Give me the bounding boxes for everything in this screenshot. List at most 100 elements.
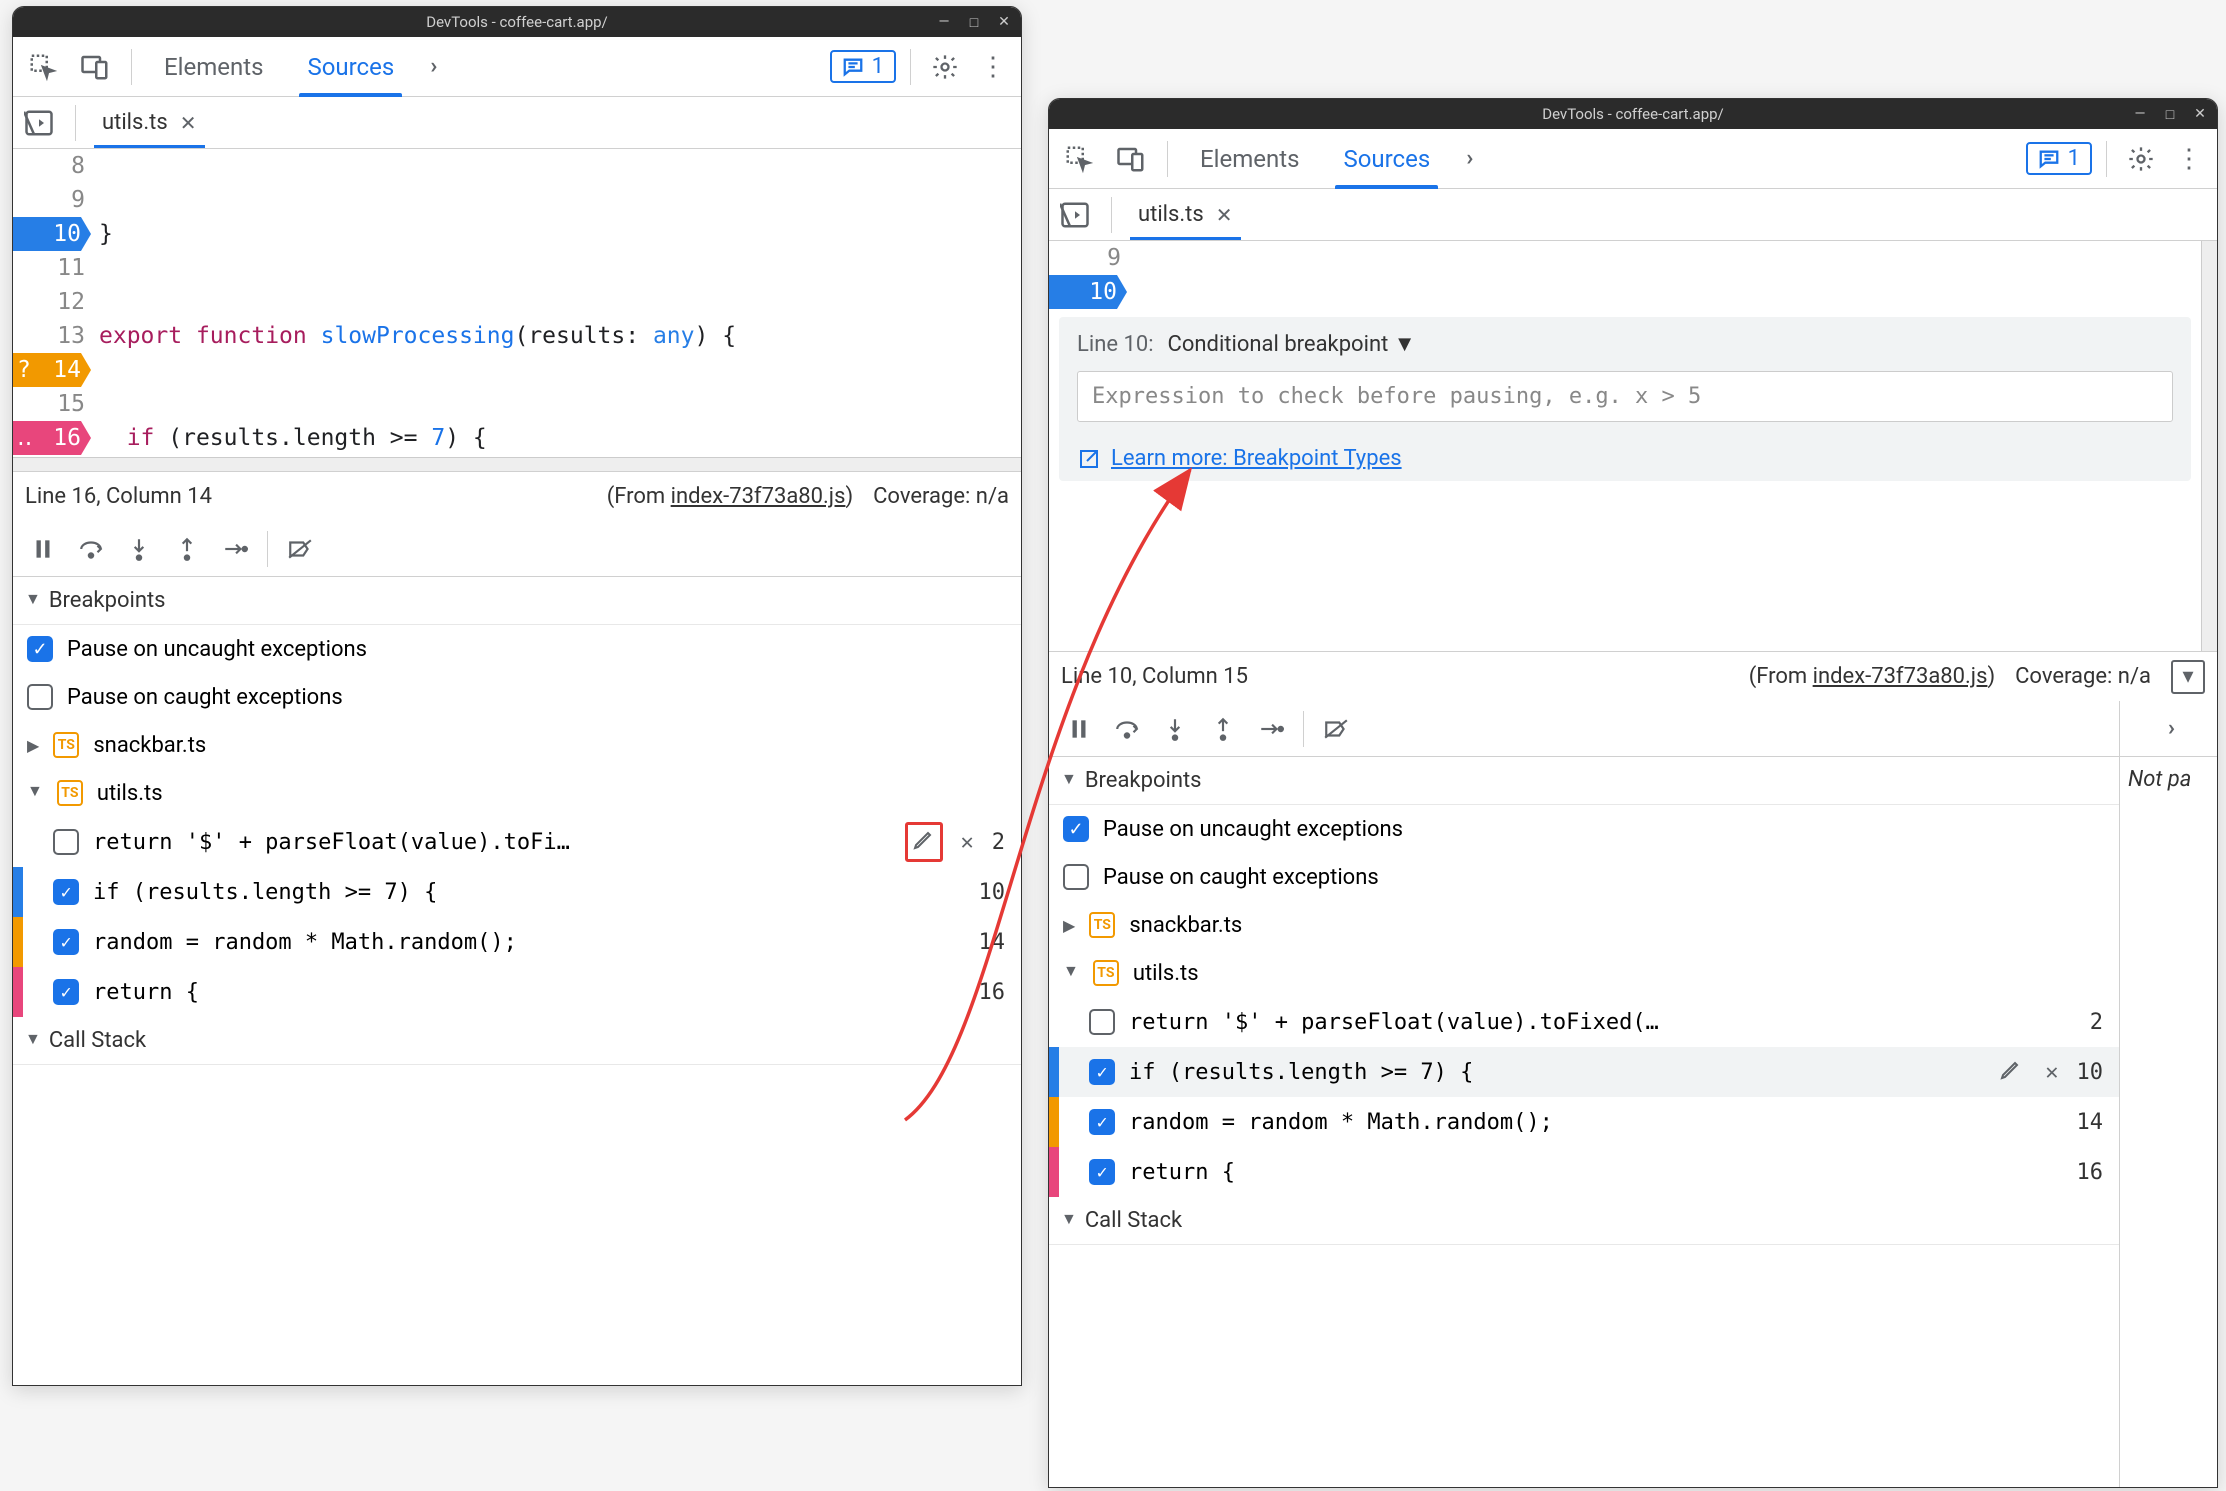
breakpoint-item[interactable]: ✓ return { 16 — [1049, 1147, 2119, 1197]
maximize-icon[interactable]: □ — [2161, 106, 2179, 123]
breakpoint-file-snackbar[interactable]: ▶ TS snackbar.ts — [1049, 901, 2119, 949]
breakpoint-code: return '$' + parseFloat(value).toFi… — [93, 830, 891, 855]
vertical-scrollbar[interactable] — [2201, 241, 2217, 651]
breakpoint-checkbox[interactable] — [53, 829, 79, 855]
tabs-overflow-icon[interactable]: ›› — [420, 54, 441, 79]
breakpoint-item[interactable]: return '$' + parseFloat(value).toFi… ✕ 2 — [13, 817, 1021, 867]
breakpoint-item[interactable]: ✓ random = random * Math.random(); 14 — [13, 917, 1021, 967]
remove-breakpoint-button[interactable]: ✕ — [2041, 1060, 2062, 1085]
edit-breakpoint-button[interactable] — [1995, 1057, 2027, 1087]
edit-breakpoint-button[interactable] — [905, 822, 943, 862]
file-tab-utils[interactable]: utils.ts ✕ — [90, 97, 209, 148]
source-link[interactable]: index-73f73a80.js — [671, 484, 846, 509]
step-button[interactable] — [1249, 707, 1293, 751]
pause-caught-checkbox[interactable] — [27, 684, 53, 710]
logpoint-marker[interactable]: ‥16 — [13, 421, 91, 455]
tab-sources[interactable]: Sources — [1325, 129, 1448, 189]
horizontal-scrollbar[interactable] — [13, 457, 1021, 471]
messages-badge[interactable]: 1 — [2026, 142, 2092, 175]
breakpoint-checkbox[interactable]: ✓ — [1089, 1059, 1115, 1085]
callstack-section-header[interactable]: ▼ Call Stack — [1049, 1197, 2119, 1245]
line-gutter[interactable]: 8 9 10 11 12 13 ?14 15 ‥16 — [13, 149, 99, 457]
step-button[interactable] — [213, 527, 257, 571]
callstack-section-header[interactable]: ▼ Call Stack — [13, 1017, 1021, 1065]
deactivate-breakpoints-button[interactable] — [278, 527, 322, 571]
window-titlebar: DevTools - coffee-cart.app/ — □ ✕ — [1049, 99, 2217, 129]
close-icon[interactable]: ✕ — [180, 111, 197, 135]
breakpoint-checkbox[interactable]: ✓ — [53, 929, 79, 955]
pause-button[interactable] — [1057, 707, 1101, 751]
breakpoint-condition-input[interactable]: Expression to check before pausing, e.g.… — [1077, 371, 2173, 422]
tab-sources[interactable]: Sources — [289, 37, 412, 97]
close-icon[interactable]: ✕ — [2191, 106, 2209, 123]
source-link[interactable]: index-73f73a80.js — [1813, 664, 1988, 689]
step-out-button[interactable] — [165, 527, 209, 571]
kebab-icon[interactable]: ⋮ — [973, 47, 1013, 87]
remove-breakpoint-button[interactable]: ✕ — [957, 830, 978, 855]
breakpoint-checkbox[interactable]: ✓ — [1089, 1109, 1115, 1135]
learn-more-link[interactable]: Learn more: Breakpoint Types — [1111, 446, 1402, 471]
breakpoint-marker[interactable]: 10 — [13, 217, 91, 251]
gear-icon[interactable] — [925, 47, 965, 87]
close-icon[interactable]: ✕ — [1216, 203, 1233, 227]
tab-elements[interactable]: Elements — [1182, 129, 1317, 189]
breakpoint-item[interactable]: return '$' + parseFloat(value).toFixed(…… — [1049, 997, 2119, 1047]
maximize-icon[interactable]: □ — [965, 14, 983, 31]
collapse-panel-icon[interactable]: ▾ — [2171, 660, 2205, 694]
pause-caught-label: Pause on caught exceptions — [1103, 865, 1379, 890]
breakpoint-file-utils[interactable]: ▼ TS utils.ts — [13, 769, 1021, 817]
close-icon[interactable]: ✕ — [995, 14, 1013, 31]
file-tab-utils[interactable]: utils.ts ✕ — [1126, 189, 1245, 240]
breakpoint-checkbox[interactable]: ✓ — [1089, 1159, 1115, 1185]
minimize-icon[interactable]: — — [935, 14, 953, 31]
breakpoint-item[interactable]: ✓ if (results.length >= 7) { 10 — [13, 867, 1021, 917]
breakpoint-checkbox[interactable] — [1089, 1009, 1115, 1035]
breakpoints-section-header[interactable]: ▼ Breakpoints — [13, 577, 1021, 625]
navigator-toggle-icon[interactable] — [1053, 193, 1097, 237]
breakpoint-file-utils[interactable]: ▼ TS utils.ts — [1049, 949, 2119, 997]
breakpoint-code: random = random * Math.random(); — [93, 930, 517, 955]
gear-icon[interactable] — [2121, 139, 2161, 179]
breakpoint-checkbox[interactable]: ✓ — [53, 979, 79, 1005]
step-into-button[interactable] — [1153, 707, 1197, 751]
breakpoint-item[interactable]: ✓ return { 16 — [13, 967, 1021, 1017]
kebab-icon[interactable]: ⋮ — [2169, 139, 2209, 179]
minimize-icon[interactable]: — — [2131, 106, 2149, 123]
cursor-position: Line 10, Column 15 — [1061, 664, 1248, 689]
chevron-down-icon: ▼ — [27, 781, 43, 801]
breakpoint-item[interactable]: ✓ if (results.length >= 7) { ✕ 10 — [1049, 1047, 2119, 1097]
step-into-button[interactable] — [117, 527, 161, 571]
code-editor[interactable]: } export function slowProcessing(results… — [99, 149, 1021, 457]
breakpoint-file-snackbar[interactable]: ▶ TS snackbar.ts — [13, 721, 1021, 769]
device-toggle-icon[interactable] — [73, 45, 117, 89]
pause-uncaught-checkbox[interactable]: ✓ — [1063, 816, 1089, 842]
breakpoint-type-dropdown[interactable]: Conditional breakpoint ▼ — [1168, 331, 1416, 357]
step-over-button[interactable] — [1105, 707, 1149, 751]
deactivate-breakpoints-button[interactable] — [1314, 707, 1358, 751]
inspect-icon[interactable] — [21, 45, 65, 89]
breakpoint-item[interactable]: ✓ random = random * Math.random(); 14 — [1049, 1097, 2119, 1147]
device-toggle-icon[interactable] — [1109, 137, 1153, 181]
pause-caught-checkbox[interactable] — [1063, 864, 1089, 890]
pause-uncaught-checkbox[interactable]: ✓ — [27, 636, 53, 662]
tabs-overflow-icon[interactable]: ›› — [2158, 716, 2179, 741]
code-editor[interactable]: export function slowProcessing(results: … — [1135, 241, 2201, 311]
breakpoint-code: if (results.length >= 7) { — [1129, 1060, 1981, 1085]
step-out-button[interactable] — [1201, 707, 1245, 751]
line-gutter[interactable]: 9 10 — [1049, 241, 1135, 311]
step-over-button[interactable] — [69, 527, 113, 571]
chevron-down-icon: ▼ — [1061, 769, 1077, 789]
messages-badge[interactable]: 1 — [830, 50, 896, 83]
navigator-toggle-icon[interactable] — [17, 101, 61, 145]
breakpoints-section-header[interactable]: ▼ Breakpoints — [1049, 757, 2119, 805]
conditional-breakpoint-marker[interactable]: ?14 — [13, 353, 91, 387]
breakpoint-code: if (results.length >= 7) { — [93, 880, 437, 905]
window-titlebar: DevTools - coffee-cart.app/ — □ ✕ — [13, 7, 1021, 37]
pause-button[interactable] — [21, 527, 65, 571]
tabs-overflow-icon[interactable]: ›› — [1456, 146, 1477, 171]
breakpoint-marker[interactable]: 10 — [1049, 275, 1127, 309]
tab-elements[interactable]: Elements — [146, 37, 281, 97]
inspect-icon[interactable] — [1057, 137, 1101, 181]
breakpoint-checkbox[interactable]: ✓ — [53, 879, 79, 905]
ts-file-icon: TS — [53, 732, 79, 758]
